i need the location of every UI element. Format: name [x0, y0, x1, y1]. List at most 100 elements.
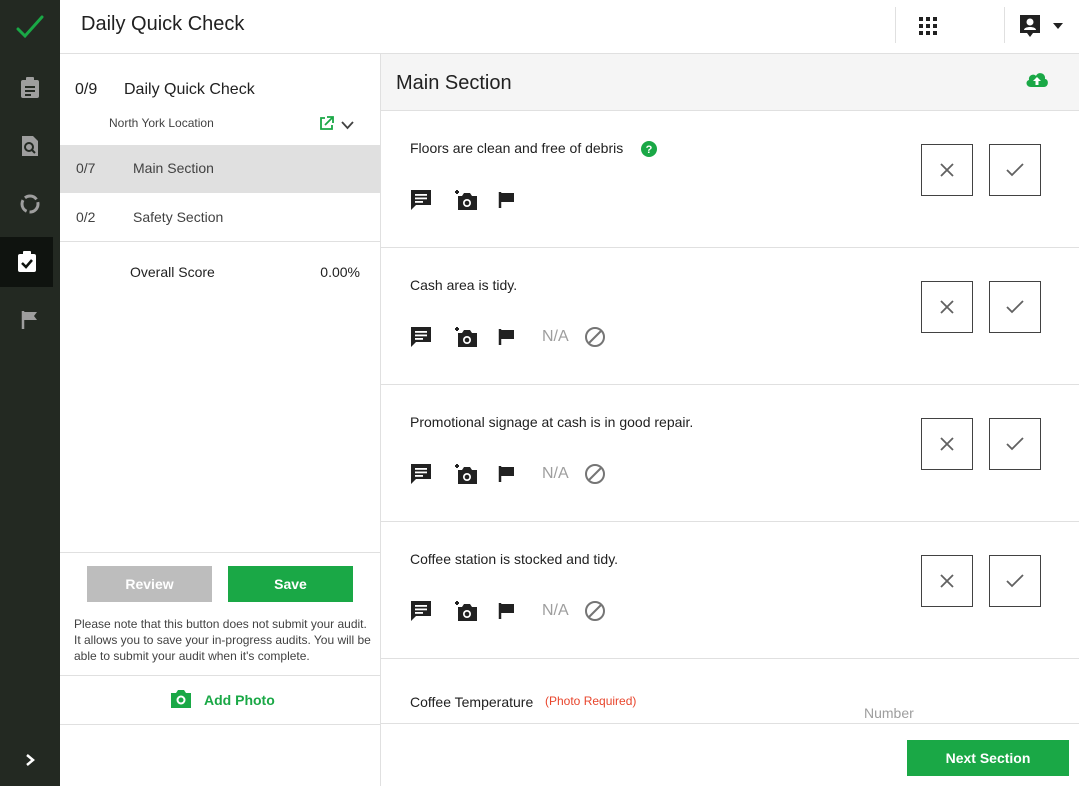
not-applicable-button[interactable] — [584, 598, 628, 624]
review-button[interactable]: Review — [87, 566, 212, 602]
help-icon: ? — [641, 141, 657, 157]
na-button[interactable]: N/A — [542, 465, 584, 483]
expand-sidebar-button[interactable] — [0, 735, 60, 785]
expand-audit-button[interactable] — [341, 117, 354, 135]
temperature-number-input[interactable] — [864, 697, 1027, 725]
pass-button[interactable] — [989, 555, 1041, 607]
section-progress: 0/7 — [76, 160, 96, 176]
fail-button[interactable] — [921, 144, 973, 196]
question-item: Promotional signage at cash is in good r… — [381, 385, 1079, 522]
caret-down-icon — [1053, 23, 1063, 29]
score-value: 0.00% — [320, 264, 360, 280]
check-icon — [1006, 300, 1024, 314]
na-button[interactable]: N/A — [542, 602, 584, 620]
fail-button[interactable] — [921, 281, 973, 333]
question-text: Promotional signage at cash is in good r… — [410, 414, 694, 430]
flag-icon — [498, 192, 514, 208]
nav-clipboard[interactable] — [0, 63, 60, 113]
question-text: Coffee Temperature — [410, 694, 534, 710]
comment-button[interactable] — [410, 324, 454, 350]
pass-button[interactable] — [989, 144, 1041, 196]
pass-button[interactable] — [989, 281, 1041, 333]
comment-icon — [411, 327, 431, 347]
save-button[interactable]: Save — [228, 566, 353, 602]
chevron-right-icon — [26, 754, 35, 766]
na-button[interactable]: N/A — [542, 328, 584, 346]
next-section-button[interactable]: Next Section — [907, 740, 1069, 776]
add-photo-button[interactable]: Add Photo — [60, 675, 380, 725]
question-item: Coffee station is stocked and tidy. N/A — [381, 522, 1079, 659]
block-icon — [585, 464, 605, 484]
main-section-panel: Main Section Floors are clean and free o… — [381, 54, 1079, 786]
flag-icon — [498, 329, 514, 345]
save-note: Please note that this button does not su… — [74, 617, 371, 663]
account-badge-icon — [1020, 15, 1040, 37]
fail-button[interactable] — [921, 418, 973, 470]
photo-required-label: (Photo Required) — [545, 694, 637, 708]
not-applicable-button[interactable] — [584, 324, 628, 350]
question-text: Floors are clean and free of debris — [410, 140, 624, 156]
close-icon — [940, 574, 954, 588]
flag-icon — [498, 603, 514, 619]
check-icon — [1006, 163, 1024, 177]
block-icon — [585, 601, 605, 621]
section-name: Main Section — [133, 160, 214, 176]
nav-audits[interactable] — [0, 237, 53, 287]
clipboard-icon — [21, 77, 39, 98]
top-bar: Daily Quick Check — [60, 0, 1079, 54]
flag-button[interactable] — [498, 598, 542, 624]
add-camera-icon — [455, 190, 477, 210]
comment-icon — [411, 464, 431, 484]
nav-flags[interactable] — [0, 295, 60, 345]
nav-progress[interactable] — [0, 179, 60, 229]
comment-button[interactable] — [410, 461, 454, 487]
topbar-divider — [895, 7, 896, 43]
add-photo-label: Add Photo — [204, 692, 275, 708]
close-icon — [940, 300, 954, 314]
section-footer: Next Section — [381, 723, 1079, 786]
chevron-down-icon — [341, 121, 354, 130]
section-item-main[interactable]: 0/7 Main Section — [60, 145, 380, 193]
open-external-button[interactable] — [319, 116, 334, 136]
sidebar-rail — [0, 0, 60, 786]
audit-progress: 0/9 — [75, 81, 98, 98]
score-label: Overall Score — [130, 264, 215, 280]
fail-button[interactable] — [921, 555, 973, 607]
flag-button[interactable] — [498, 461, 542, 487]
not-applicable-button[interactable] — [584, 461, 628, 487]
section-item-safety[interactable]: 0/2 Safety Section — [60, 194, 380, 242]
add-photo-question-button[interactable] — [454, 461, 498, 487]
open-external-icon — [320, 116, 334, 130]
nav-search-doc[interactable] — [0, 121, 60, 171]
audit-name: Daily Quick Check — [124, 81, 255, 98]
flag-icon — [498, 466, 514, 482]
close-icon — [940, 437, 954, 451]
app-logo[interactable] — [0, 0, 60, 54]
question-text: Coffee station is stocked and tidy. — [410, 551, 619, 567]
add-photo-question-button[interactable] — [454, 324, 498, 350]
question-tools: N/A — [410, 598, 628, 624]
cloud-upload-icon — [1026, 73, 1048, 87]
section-header: Main Section — [381, 54, 1079, 111]
add-photo-question-button[interactable] — [454, 598, 498, 624]
question-item: Cash area is tidy. N/A — [381, 248, 1079, 385]
help-button[interactable]: ? — [641, 141, 657, 162]
comment-button[interactable] — [410, 187, 454, 213]
add-camera-icon — [455, 327, 477, 347]
account-menu-button[interactable] — [1019, 12, 1063, 40]
pass-button[interactable] — [989, 418, 1041, 470]
comment-icon — [411, 190, 431, 210]
apps-grid-button[interactable] — [916, 14, 940, 38]
add-photo-question-button[interactable] — [454, 187, 498, 213]
upload-button[interactable] — [1025, 71, 1049, 93]
page-title: Daily Quick Check — [81, 13, 245, 35]
flag-icon — [21, 311, 37, 329]
document-search-icon — [22, 136, 38, 156]
topbar-divider — [1004, 7, 1005, 43]
flag-button[interactable] — [498, 187, 542, 213]
flag-button[interactable] — [498, 324, 542, 350]
camera-icon — [171, 690, 191, 708]
question-item: Floors are clean and free of debris ? — [381, 111, 1079, 248]
comment-button[interactable] — [410, 598, 454, 624]
comment-icon — [411, 601, 431, 621]
